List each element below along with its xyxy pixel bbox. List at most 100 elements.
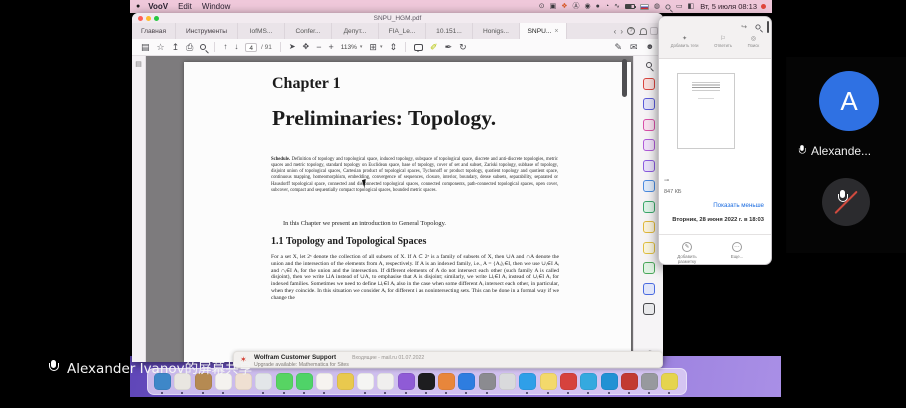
mail-scrollbar-thumb[interactable]	[767, 21, 770, 33]
share-icon[interactable]: ↥	[172, 43, 180, 52]
window-title-bar[interactable]: SNPU_HGM.pdf	[132, 13, 663, 23]
zoom-level-select[interactable]: 113%	[341, 44, 357, 51]
user-account-icon[interactable]: ◍	[654, 3, 660, 10]
menu-edit[interactable]: Edit	[178, 0, 192, 13]
dock-app-podcasts-icon[interactable]	[398, 373, 415, 390]
tab-tools[interactable]: Инструменты	[176, 23, 238, 39]
panel-toggle-icon[interactable]: ▤	[135, 61, 142, 68]
menu-app-name[interactable]: VooV	[148, 0, 168, 13]
fit-width-icon[interactable]: ⊞	[369, 43, 377, 52]
tab-document-1[interactable]: IofMS...	[238, 23, 285, 39]
zoom-out-icon[interactable]: −	[316, 43, 321, 52]
pen-tool-icon[interactable]: ✎	[614, 43, 622, 52]
tab-document-5[interactable]: 10.151...	[426, 23, 473, 39]
comment-tool-icon[interactable]	[643, 139, 655, 151]
participant-video-tile-muted[interactable]	[786, 173, 906, 253]
tab-document-3[interactable]: Депут...	[332, 23, 379, 39]
vpn-icon[interactable]: ●	[596, 3, 600, 10]
dock-app-photos-icon[interactable]	[316, 373, 333, 390]
edit-pdf-tool-icon[interactable]	[643, 119, 655, 131]
control-center-icon[interactable]: ◧	[688, 3, 695, 10]
comment-icon[interactable]	[414, 44, 423, 51]
dock-app-skype-icon[interactable]	[601, 373, 618, 390]
mail-notification[interactable]: ✶ Wolfram Customer Support Входящие - ma…	[233, 351, 663, 368]
battery-icon[interactable]	[625, 4, 635, 9]
fill-sign-tool-icon[interactable]	[643, 160, 655, 172]
clock-status-icon[interactable]: ◔	[605, 3, 609, 10]
page-number-input[interactable]: 4	[245, 43, 257, 52]
sign-icon[interactable]: ✒	[445, 43, 453, 52]
add-tags-button[interactable]: ✦ Добавить теги	[671, 36, 699, 48]
dock-app-launchpad-icon[interactable]	[337, 373, 354, 390]
dock-app-messages-icon[interactable]	[276, 373, 293, 390]
dock-app-settings-icon[interactable]	[479, 373, 496, 390]
next-page-icon[interactable]: ↓	[234, 43, 238, 51]
scrollbar-thumb[interactable]	[622, 59, 627, 97]
dock-app-utilities-icon[interactable]	[255, 373, 272, 390]
dock-app-camera-icon[interactable]	[519, 373, 536, 390]
menu-window[interactable]: Window	[202, 0, 230, 13]
time-machine-icon[interactable]: ◉	[584, 3, 590, 10]
scroll-mode-icon[interactable]: ⇕	[389, 43, 397, 52]
rotate-icon[interactable]: ↻	[459, 43, 467, 52]
apple-menu-icon[interactable]: ●	[136, 3, 140, 10]
menu-clock[interactable]: Вт, 5 июля 08:13	[700, 2, 757, 11]
find-icon[interactable]	[200, 44, 206, 50]
dock-app-reminders-icon[interactable]	[357, 373, 374, 390]
protect-tool-icon[interactable]	[643, 283, 655, 295]
zoom-in-icon[interactable]: +	[328, 43, 333, 52]
audio-wave-icon[interactable]: ∿	[614, 3, 620, 10]
help-icon[interactable]: ?	[627, 27, 635, 35]
search-tool-icon[interactable]	[646, 62, 652, 68]
tab-document-6[interactable]: Honigs...	[473, 23, 520, 39]
create-pdf-tool-icon[interactable]	[643, 98, 655, 110]
compress-tool-icon[interactable]	[643, 201, 655, 213]
language-flag-icon[interactable]	[640, 4, 649, 10]
hand-tool-icon[interactable]: ✥	[303, 43, 310, 51]
highlighter-icon[interactable]: ✐	[430, 43, 438, 52]
save-icon[interactable]: ▤	[141, 43, 150, 52]
dock-app-music-icon[interactable]	[377, 373, 394, 390]
convert-tool-icon[interactable]	[643, 262, 655, 274]
thumbnail-panel-rail[interactable]: ▤	[132, 56, 146, 362]
search-icon[interactable]	[755, 24, 760, 29]
tab-document-4[interactable]: FIA_Le...	[379, 23, 426, 39]
more-tools-tool-icon[interactable]	[643, 303, 655, 315]
attachment-preview[interactable]	[677, 73, 735, 149]
show-less-link[interactable]: Показать меньше	[713, 202, 764, 209]
tab-back-icon[interactable]: ‹	[614, 27, 617, 36]
tab-document-2[interactable]: Confer...	[285, 23, 332, 39]
dock-app-app-store-icon[interactable]	[458, 373, 475, 390]
dock-app-tv-icon[interactable]	[418, 373, 435, 390]
markup-button[interactable]: ✎ Добавить разметку	[669, 242, 705, 265]
bell-icon[interactable]	[639, 27, 646, 35]
search-button[interactable]: ◎ Поиск	[748, 36, 760, 48]
tab-home[interactable]: Главная	[132, 23, 176, 39]
forward-icon[interactable]: ↪	[741, 23, 747, 31]
share-person-icon[interactable]: ☻	[646, 43, 654, 51]
organize-pages-tool-icon[interactable]	[643, 180, 655, 192]
dock-app-facetime-icon[interactable]	[296, 373, 313, 390]
close-tab-icon[interactable]: ×	[554, 28, 558, 35]
participant-video-tile[interactable]: A Alexande...	[786, 57, 906, 173]
previous-page-icon[interactable]: ↑	[223, 43, 227, 51]
spotlight-search-icon[interactable]	[665, 4, 670, 9]
measure-tool-icon[interactable]	[643, 242, 655, 254]
display-mirror-icon[interactable]: ▣	[550, 3, 557, 10]
dock-app-stickies-icon[interactable]	[540, 373, 557, 390]
screen-mirroring-icon[interactable]: ▭	[676, 3, 683, 10]
zoom-window-button[interactable]	[154, 16, 159, 21]
tab-document-active[interactable]: SNPU... ×	[520, 23, 567, 39]
keyboard-layout-icon[interactable]: Ⓐ	[572, 3, 579, 10]
export-pdf-tool-icon[interactable]	[643, 78, 655, 90]
dock-app-telegram-icon[interactable]	[580, 373, 597, 390]
minimize-window-button[interactable]	[146, 16, 151, 21]
dock-app-quicktime-icon[interactable]	[499, 373, 516, 390]
print-icon[interactable]: ⎙	[186, 43, 193, 52]
dock-app-notes-alt-icon[interactable]	[661, 373, 678, 390]
reply-button[interactable]: ⚐ Ответить	[714, 36, 732, 48]
star-icon[interactable]: ☆	[157, 43, 165, 52]
dock-app-books-icon[interactable]	[438, 373, 455, 390]
dock-app-calendar-31-icon[interactable]	[560, 373, 577, 390]
account-icon[interactable]	[650, 27, 658, 35]
